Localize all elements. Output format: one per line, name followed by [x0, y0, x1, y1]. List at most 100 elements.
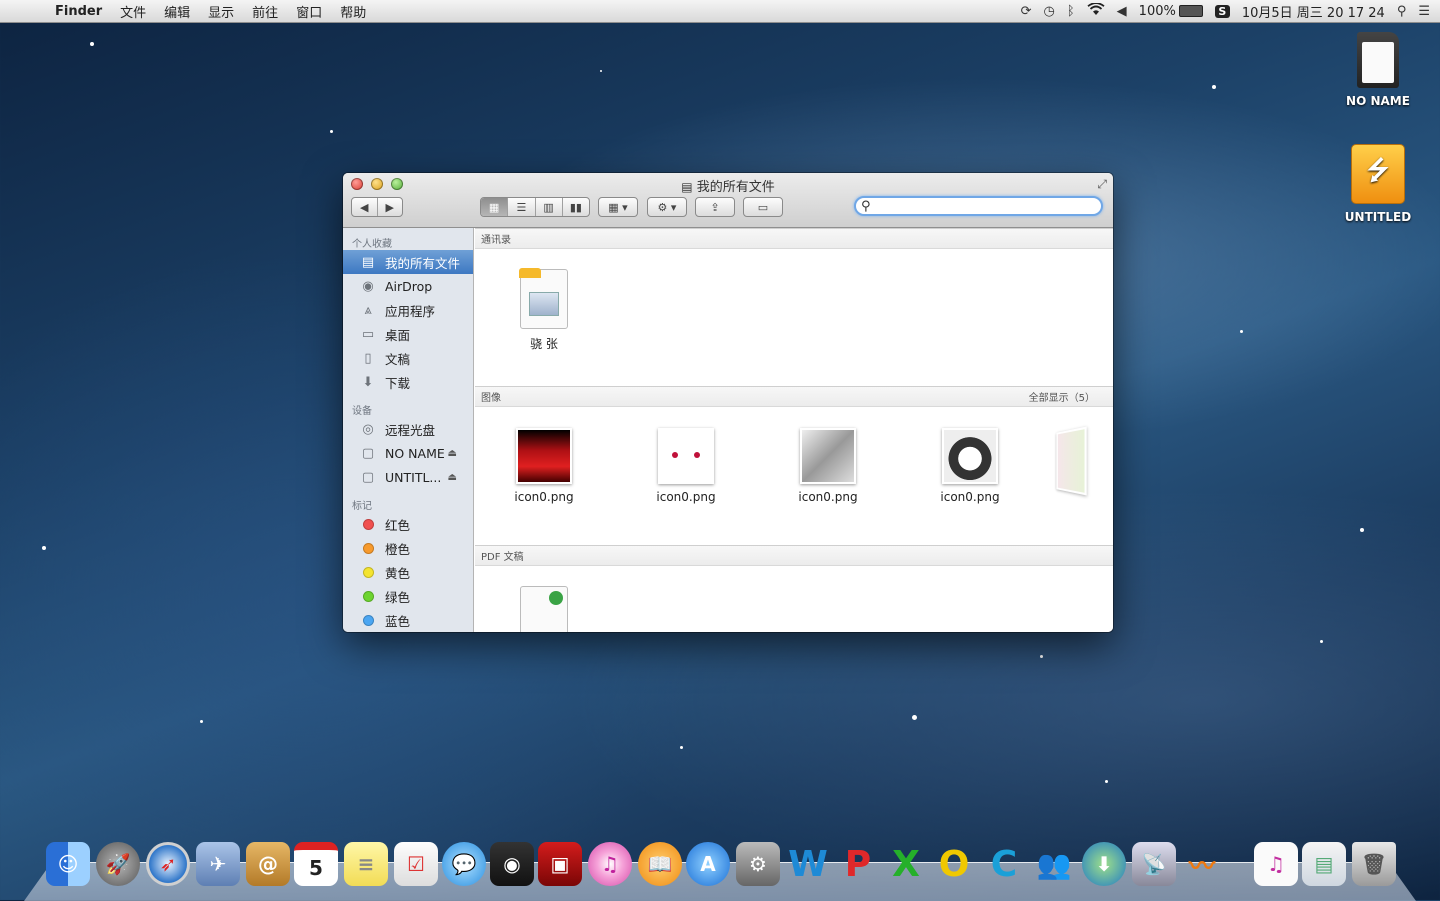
notification-center-icon[interactable]: ☰ [1418, 4, 1430, 19]
sync-icon[interactable]: ⟳ [1021, 4, 1032, 19]
sidebar-item-untitled[interactable]: ▢ UNTITL... ⏏ [343, 465, 473, 489]
finder-sidebar: 个人收藏 ▤ 我的所有文件 ◉ AirDrop ⩓ 应用程序 ▭ 桌面 ▯ 文稿… [343, 228, 474, 632]
file-item[interactable]: icon0.png [773, 428, 883, 504]
time-machine-icon[interactable]: ◷ [1044, 4, 1055, 19]
list-view-button[interactable]: ☰ [507, 198, 534, 216]
sidebar-tag-green[interactable]: 绿色 [343, 584, 473, 608]
file-item[interactable] [489, 586, 599, 632]
safari-icon[interactable]: ➶ [146, 842, 190, 886]
sidebar-item-airdrop[interactable]: ◉ AirDrop [343, 274, 473, 298]
sidebar-tag-orange[interactable]: 橙色 [343, 536, 473, 560]
pdf-section: PDF 文稿 [475, 545, 1113, 632]
photo-booth-icon[interactable]: ▣ [538, 842, 582, 886]
sidebar-item-remote-disc[interactable]: ◎ 远程光盘 [343, 417, 473, 441]
s-app-icon[interactable]: S [1214, 4, 1230, 18]
calendar-icon[interactable]: 5 [294, 842, 338, 886]
mail-icon[interactable]: ✈ [196, 842, 240, 886]
share-button[interactable]: ⇪ [695, 197, 735, 217]
volume-icon[interactable]: ◀ [1117, 4, 1127, 19]
powerpoint-icon[interactable]: P [836, 842, 880, 886]
app-store-icon[interactable]: A [686, 842, 730, 886]
fullscreen-icon[interactable]: ⤢ [1097, 177, 1107, 192]
eject-icon[interactable]: ⏏ [448, 448, 457, 459]
sidebar-tag-yellow[interactable]: 黄色 [343, 560, 473, 584]
file-item[interactable]: icon0.png [915, 428, 1025, 504]
messages-icon[interactable]: 💬 [442, 842, 486, 886]
outlook-icon[interactable]: O [932, 842, 976, 886]
sidebar-tag-red[interactable]: 红色 [343, 512, 473, 536]
network-icon[interactable]: ⬇ [1082, 842, 1126, 886]
vcard-icon [519, 268, 568, 329]
contacts-icon[interactable]: @ [246, 842, 290, 886]
sidebar-item-label: 下载 [385, 375, 411, 391]
sidebar-item-all-my-files[interactable]: ▤ 我的所有文件 [343, 250, 473, 274]
file-name: icon0.png [798, 490, 858, 504]
itunes-icon[interactable]: ♫ [588, 842, 632, 886]
facetime-icon[interactable]: ◉ [490, 842, 534, 886]
god-eater-image [800, 428, 856, 484]
menu-file[interactable]: 文件 [120, 2, 146, 21]
desktop-drive-untitled[interactable]: ⭍ UNTITLED [1328, 144, 1428, 224]
launchpad-icon[interactable]: 🚀 [96, 842, 140, 886]
documents-icon: ▯ [364, 350, 372, 366]
excel-icon[interactable]: X [884, 842, 928, 886]
action-button[interactable]: ⚙ ▾ [647, 197, 687, 217]
favorites-header: 个人收藏 [352, 239, 392, 250]
file-item[interactable]: 骁 张 [489, 268, 599, 352]
all-my-files-content: 通讯录 骁 张 图像 全部显示（5） icon0.png icon0.png i… [475, 228, 1113, 632]
clock[interactable]: 10月5日 周三 20 17 24 [1242, 2, 1385, 21]
xunlei-icon[interactable]: 〰 [1180, 842, 1224, 886]
column-view-button[interactable]: ▥ [534, 198, 562, 216]
sidebar-item-documents[interactable]: ▯ 文稿 [343, 346, 473, 370]
trash-icon[interactable]: 🗑 [1352, 842, 1396, 886]
sidebar-item-downloads[interactable]: ⬇ 下载 [343, 370, 473, 394]
cover-flow-button[interactable]: ▮▮ [561, 198, 589, 216]
desktop-drive-no-name[interactable]: NO NAME [1328, 32, 1428, 108]
menu-help[interactable]: 帮助 [340, 2, 366, 21]
file-name: icon0.png [514, 490, 574, 504]
images-section: 图像 全部显示（5） icon0.png icon0.png icon0.png [475, 386, 1113, 545]
notes-icon[interactable]: ≡ [344, 842, 388, 886]
preview-document-icon[interactable]: ▤ [1302, 842, 1346, 886]
sidebar-item-applications[interactable]: ⩓ 应用程序 [343, 298, 473, 322]
menu-window[interactable]: 窗口 [296, 2, 322, 21]
forward-button[interactable]: ▶ [376, 198, 403, 216]
wifi-icon[interactable] [1087, 1, 1105, 20]
file-item[interactable]: icon0.png [631, 428, 741, 504]
ipsw-document-icon[interactable]: ♫ [1254, 842, 1298, 886]
spotlight-icon[interactable]: ⚲ [1397, 4, 1407, 19]
menu-edit[interactable]: 编辑 [164, 2, 190, 21]
messenger-icon[interactable]: 👥 [1032, 842, 1076, 886]
system-preferences-icon[interactable]: ⚙ [736, 842, 780, 886]
eject-icon[interactable]: ⏏ [448, 472, 457, 483]
window-title-text: 我的所有文件 [696, 180, 775, 195]
back-button[interactable]: ◀ [352, 198, 377, 216]
show-all-link[interactable]: 全部显示（5） [1029, 389, 1095, 404]
battery-icon [1178, 5, 1203, 17]
menu-go[interactable]: 前往 [252, 2, 278, 21]
sidebar-tag-blue[interactable]: 蓝色 [343, 608, 473, 632]
usb-drive-icon: ⭍ [1351, 144, 1405, 204]
back-forward-control: ◀ ▶ [351, 197, 403, 217]
search-input[interactable] [873, 198, 1098, 214]
tags-button[interactable]: ▭ [743, 197, 783, 217]
finder-icon[interactable]: ☺ [46, 842, 90, 886]
app-menu[interactable]: Finder [55, 4, 102, 19]
reminders-icon[interactable]: ☑ [394, 842, 438, 886]
word-icon[interactable]: W [786, 842, 830, 886]
battery-status[interactable]: 100% [1139, 4, 1203, 19]
communicator-icon[interactable]: C [982, 842, 1026, 886]
gear-icon: ⚙ ▾ [657, 200, 677, 214]
menu-view[interactable]: 显示 [208, 2, 234, 21]
arrange-button[interactable]: ▦ ▾ [598, 197, 638, 217]
search-field[interactable]: ⚲ [854, 196, 1103, 216]
sidebar-item-no-name[interactable]: ▢ NO NAME ⏏ [343, 441, 473, 465]
contacts-section: 通讯录 骁 张 [475, 228, 1113, 386]
icon-view-button[interactable]: ▦ [481, 198, 508, 216]
file-item[interactable]: icon0.png [489, 428, 599, 504]
remote-desktop-icon[interactable]: 📡 [1132, 842, 1176, 886]
ibooks-icon[interactable]: 📖 [638, 842, 682, 886]
bluetooth-icon[interactable]: ᛒ [1067, 4, 1075, 19]
sidebar-item-desktop[interactable]: ▭ 桌面 [343, 322, 473, 346]
anime-image-partial[interactable] [1056, 426, 1087, 496]
